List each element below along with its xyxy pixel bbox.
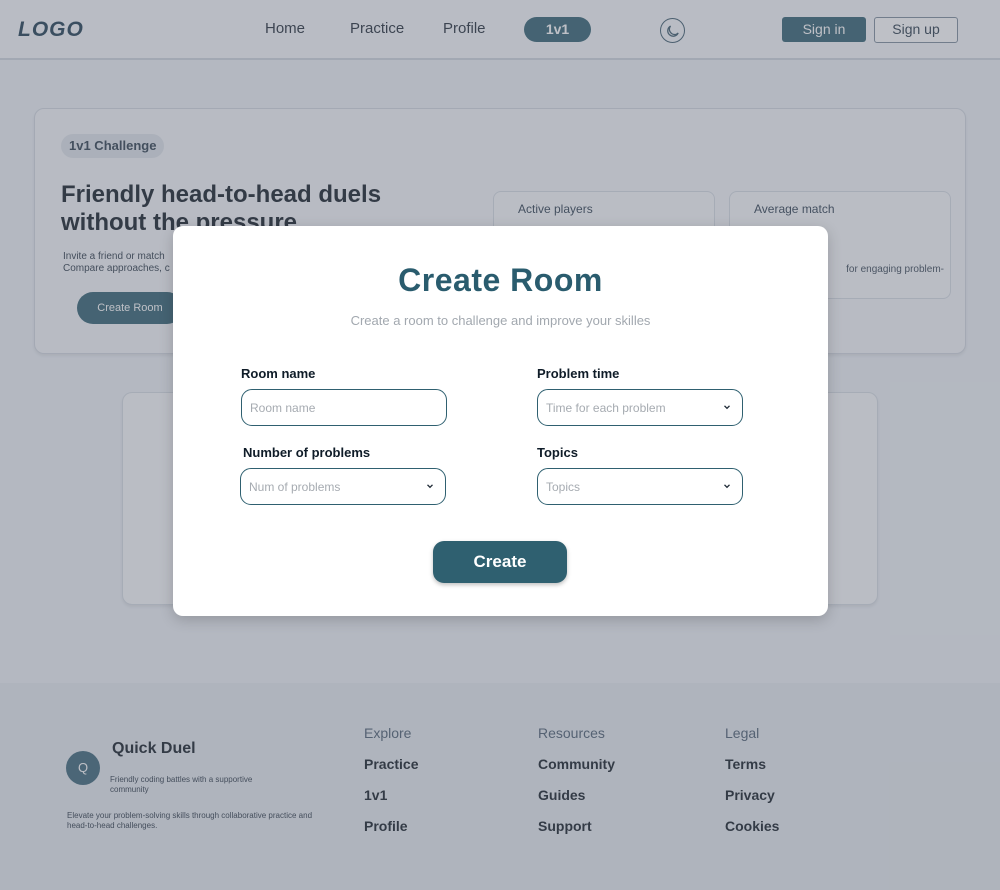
- topics-select[interactable]: Topics: [537, 468, 743, 505]
- modal-title: Create Room: [398, 262, 603, 298]
- chevron-down-icon: [724, 484, 730, 489]
- chevron-down-icon: [724, 405, 730, 410]
- chevron-down-icon: [427, 484, 433, 489]
- room-name-placeholder: Room name: [250, 401, 316, 415]
- problem-time-label: Problem time: [537, 366, 620, 381]
- problem-time-placeholder: Time for each problem: [546, 401, 666, 415]
- room-name-input[interactable]: Room name: [241, 389, 447, 426]
- create-button[interactable]: Create: [433, 541, 567, 583]
- num-problems-placeholder: Num of problems: [249, 480, 341, 494]
- create-room-modal: Create Room Create a room to challenge a…: [173, 226, 828, 616]
- num-problems-label: Number of problems: [243, 445, 371, 460]
- room-name-label: Room name: [241, 366, 316, 381]
- modal-subtitle: Create a room to challenge and improve y…: [350, 313, 651, 328]
- problem-time-select[interactable]: Time for each problem: [537, 389, 743, 426]
- topics-label: Topics: [537, 445, 578, 460]
- num-problems-select[interactable]: Num of problems: [240, 468, 446, 505]
- topics-placeholder: Topics: [546, 480, 581, 494]
